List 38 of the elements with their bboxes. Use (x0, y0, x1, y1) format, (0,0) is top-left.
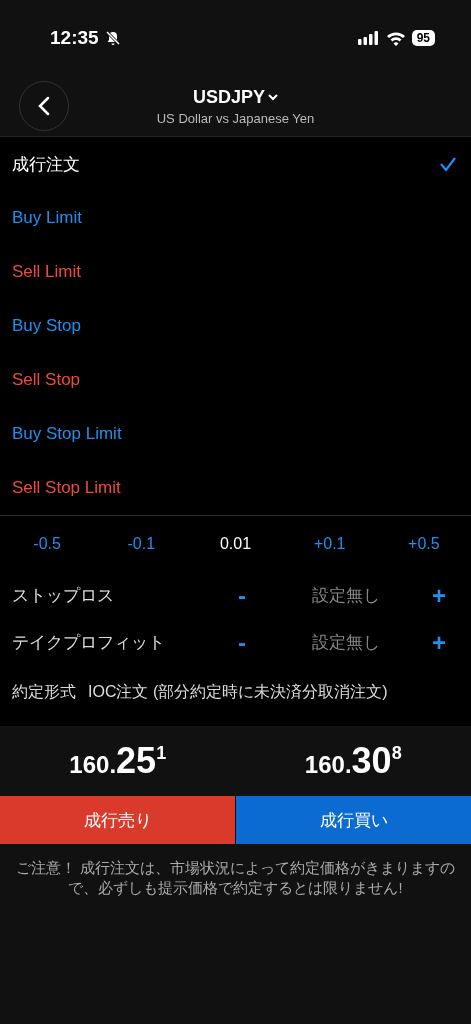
checkmark-icon (439, 156, 457, 172)
minus-button[interactable]: - (212, 628, 272, 657)
volume-step-button[interactable]: +0.1 (282, 534, 377, 554)
order-type-item[interactable]: Buy Limit (0, 191, 471, 245)
symbol-selector[interactable]: USDJPY (193, 86, 278, 108)
status-time: 12:35 (50, 27, 99, 49)
level-label: ストップロス (12, 585, 115, 607)
order-type-item[interactable]: 成行注文 (0, 137, 471, 191)
muted-bell-icon (104, 30, 121, 46)
volume-step-button[interactable]: -0.1 (94, 534, 189, 554)
wifi-icon (385, 30, 406, 46)
level-value: 設定無し (310, 632, 381, 654)
caret-icon (268, 93, 278, 101)
back-icon (38, 96, 50, 116)
volume-step-button[interactable]: +0.5 (376, 534, 471, 554)
plus-button[interactable]: + (419, 581, 459, 610)
order-type-item[interactable]: Sell Limit (0, 245, 471, 299)
signal-icon (357, 31, 380, 45)
level-label: テイクプロフィット (12, 632, 166, 654)
execution-label: 約定形式 (12, 681, 76, 702)
order-type-item[interactable]: Buy Stop Limit (0, 407, 471, 461)
order-type-item[interactable]: Sell Stop Limit (0, 461, 471, 515)
market-order-button[interactable]: 成行買い (236, 796, 471, 844)
price-quote: 160.25$^{1}$ (68, 740, 168, 782)
volume-step-button[interactable]: -0.5 (0, 534, 95, 554)
plus-button[interactable]: + (419, 628, 459, 657)
execution-value: IOC注文 (部分約定時に未決済分取消注文) (88, 681, 388, 702)
volume-value: 0.01 (218, 535, 253, 553)
market-order-button[interactable]: 成行売り (0, 796, 235, 844)
order-type-item[interactable]: Sell Stop (0, 353, 471, 407)
back-button[interactable] (19, 81, 69, 131)
order-type-item[interactable]: Buy Stop (0, 299, 471, 353)
battery-level: 95 (411, 30, 435, 46)
notice-text: ご注意！ 成行注文は、市場状況によって約定価格がきまりますので、必ずしも提示価格で約定するとは限りません! (15, 859, 456, 899)
symbol-description: US Dollar vs Japanese Yen (156, 110, 315, 126)
minus-button[interactable]: - (212, 581, 272, 610)
level-value: 設定無し (310, 585, 381, 607)
price-quote: 160.30$^{8}$ (303, 740, 403, 782)
